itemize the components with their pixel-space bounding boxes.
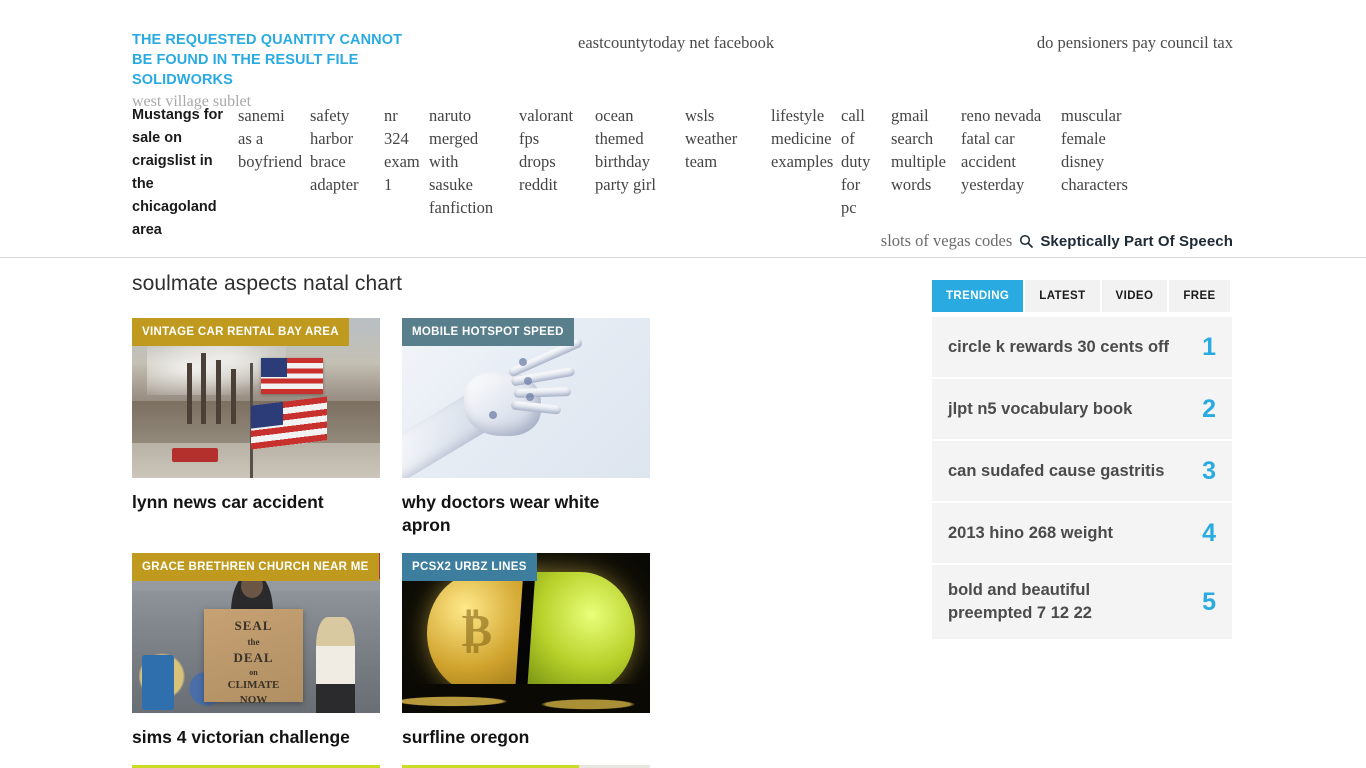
trending-rank: 3 — [1202, 456, 1216, 485]
card-thumbnail[interactable]: MOBILE HOTSPOT SPEED — [402, 318, 650, 478]
card-badge[interactable]: VINTAGE CAR RENTAL BAY AREA — [132, 318, 349, 346]
card-badge[interactable]: MOBILE HOTSPOT SPEED — [402, 318, 574, 346]
list-item[interactable]: jlpt n5 vocabulary book 2 — [932, 379, 1232, 441]
trending-rank: 1 — [1202, 332, 1216, 361]
nav-item-safety-harbor[interactable]: safety harbor brace adapter — [310, 104, 384, 196]
trending-title[interactable]: jlpt n5 vocabulary book — [948, 398, 1132, 421]
card-title[interactable]: surfline oregon — [402, 726, 650, 749]
nav-item-muscular-female[interactable]: muscular female disney characters — [1061, 104, 1151, 196]
header-link-middle[interactable]: eastcountytoday net facebook — [578, 33, 774, 53]
list-item[interactable]: bold and beautiful preempted 7 12 22 5 — [932, 565, 1232, 641]
list-item[interactable]: circle k rewards 30 cents off 1 — [932, 317, 1232, 379]
page-root: THE REQUESTED QUANTITY CANNOT BE FOUND I… — [0, 0, 1366, 768]
header-search-row[interactable]: slots of vegas codes Skeptically Part Of… — [881, 231, 1233, 251]
list-item[interactable]: can sudafed cause gastritis 3 — [932, 441, 1232, 503]
trending-title[interactable]: 2013 hino 268 weight — [948, 522, 1113, 545]
nav-item-lifestyle-medicine[interactable]: lifestyle medicine examples — [771, 104, 841, 173]
page-title: soulmate aspects natal chart — [132, 272, 403, 295]
tab-video[interactable]: VIDEO — [1101, 280, 1168, 312]
card-badge[interactable]: GRACE BRETHREN CHURCH NEAR ME — [132, 553, 379, 581]
nav-item-wsls[interactable]: wsls weather team — [685, 104, 771, 173]
search-label[interactable]: Skeptically Part Of Speech — [1040, 233, 1233, 250]
card-thumbnail[interactable]: ₿ PCSX2 URBZ LINES — [402, 553, 650, 713]
header-top-row: THE REQUESTED QUANTITY CANNOT BE FOUND I… — [0, 0, 1366, 110]
card-title[interactable]: why doctors wear white apron — [402, 491, 650, 537]
trending-list: circle k rewards 30 cents off 1 jlpt n5 … — [932, 317, 1232, 641]
primary-navigation: Mustangs for sale on craigslist in the c… — [132, 104, 1236, 242]
sidebar: TRENDING LATEST VIDEO FREE circle k rewa… — [932, 280, 1232, 641]
brand-title[interactable]: THE REQUESTED QUANTITY CANNOT BE FOUND I… — [132, 30, 422, 90]
article-card-grid: VINTAGE CAR RENTAL BAY AREA lynn news ca… — [132, 318, 918, 768]
sidebar-tabs: TRENDING LATEST VIDEO FREE — [932, 280, 1232, 312]
trending-title[interactable]: can sudafed cause gastritis — [948, 460, 1164, 483]
nav-item-sanemi[interactable]: sanemi as a boyfriend — [238, 104, 310, 173]
nav-item-nr324[interactable]: nr 324 exam 1 — [384, 104, 429, 196]
search-pretext[interactable]: slots of vegas codes — [881, 231, 1013, 251]
trending-rank: 4 — [1202, 518, 1216, 547]
card-badge[interactable]: PCSX2 URBZ LINES — [402, 553, 537, 581]
article-card[interactable]: SEAL the DEAL on CLIMATE NOW GRACE BRETH… — [132, 553, 380, 749]
tab-free[interactable]: FREE — [1169, 280, 1230, 312]
card-thumbnail[interactable]: SEAL the DEAL on CLIMATE NOW GRACE BRETH… — [132, 553, 380, 713]
card-thumbnail[interactable]: VINTAGE CAR RENTAL BAY AREA — [132, 318, 380, 478]
search-icon[interactable] — [1019, 234, 1034, 248]
trending-rank: 2 — [1202, 394, 1216, 423]
nav-item-call-of-duty[interactable]: call of duty for pc — [841, 104, 891, 219]
nav-item-naruto[interactable]: naruto merged with sasuke fanfiction — [429, 104, 519, 219]
tab-latest[interactable]: LATEST — [1025, 280, 1100, 312]
article-card[interactable]: MOBILE HOTSPOT SPEED why doctors wear wh… — [402, 318, 650, 537]
site-brand[interactable]: THE REQUESTED QUANTITY CANNOT BE FOUND I… — [132, 30, 422, 113]
nav-item-gmail-search[interactable]: gmail search multiple words — [891, 104, 961, 196]
list-item[interactable]: 2013 hino 268 weight 4 — [932, 503, 1232, 565]
site-header: THE REQUESTED QUANTITY CANNOT BE FOUND I… — [0, 0, 1366, 258]
main-content: soulmate aspects natal chart VINTAGE CAR… — [132, 272, 918, 768]
trending-title[interactable]: circle k rewards 30 cents off — [948, 336, 1169, 359]
nav-item-mustangs[interactable]: Mustangs for sale on craigslist in the c… — [132, 104, 238, 242]
nav-item-ocean-themed[interactable]: ocean themed birthday party girl — [595, 104, 685, 196]
trending-title[interactable]: bold and beautiful preempted 7 12 22 — [948, 579, 1173, 625]
card-title[interactable]: sims 4 victorian challenge — [132, 726, 380, 749]
article-card[interactable]: VINTAGE CAR RENTAL BAY AREA lynn news ca… — [132, 318, 380, 537]
header-link-right[interactable]: do pensioners pay council tax — [1037, 33, 1233, 53]
card-title[interactable]: lynn news car accident — [132, 491, 380, 514]
nav-item-valorant[interactable]: valorant fps drops reddit — [519, 104, 595, 196]
trending-rank: 5 — [1202, 587, 1216, 616]
tab-trending[interactable]: TRENDING — [932, 280, 1024, 312]
nav-item-reno-nevada[interactable]: reno nevada fatal car accident yesterday — [961, 104, 1061, 196]
article-card[interactable]: ₿ PCSX2 URBZ LINES surfline oregon — [402, 553, 650, 749]
